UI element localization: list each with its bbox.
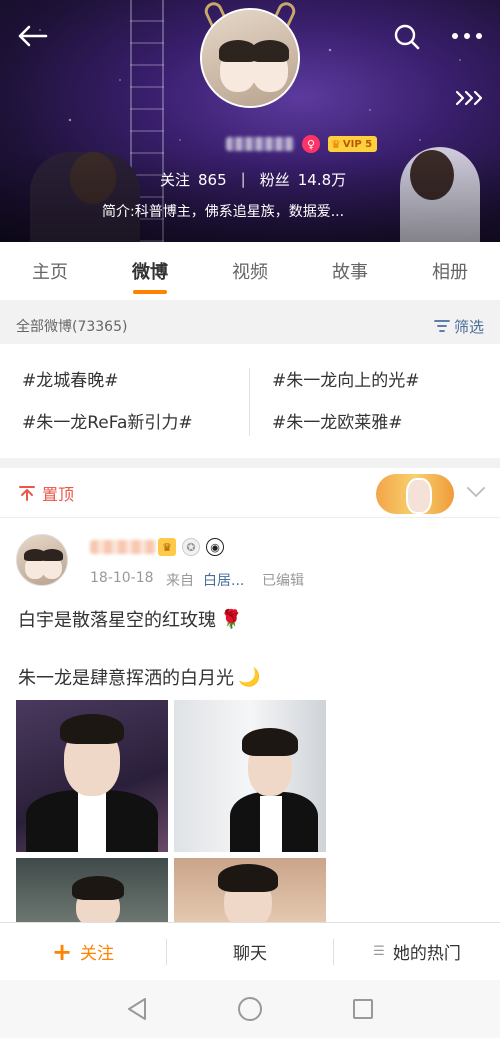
crown-icon: ♛ xyxy=(331,137,341,151)
back-button[interactable] xyxy=(14,20,50,52)
profile-bio[interactable]: 简介:科普博主，佛系追星族，数据爱... xyxy=(102,201,402,221)
photo-hair xyxy=(60,714,124,744)
post-author-avatar[interactable] xyxy=(16,534,68,586)
hot-posts-label: 她的热门 xyxy=(392,944,461,964)
female-gender-icon: ♀ xyxy=(302,135,320,153)
search-icon xyxy=(394,24,420,50)
followers-count: 14.8万 xyxy=(297,170,347,189)
photo-hair xyxy=(218,864,278,892)
topic-divider xyxy=(249,368,250,436)
tab-weibo[interactable]: 微博 xyxy=(100,242,200,300)
nav-recents-button[interactable] xyxy=(348,994,378,1024)
pin-top-icon xyxy=(19,485,35,501)
post-text-line: 朱一龙是肆意挥洒的白月光 🌙 xyxy=(18,664,260,690)
avatar-image xyxy=(200,8,300,108)
post-author-blurred-name[interactable] xyxy=(90,540,156,554)
plus-icon: + xyxy=(51,937,73,966)
followers-stat[interactable]: 粉丝 14.8万 xyxy=(260,169,346,190)
header-shade xyxy=(0,152,500,242)
topic-item[interactable]: #朱一龙ReFa新引力# xyxy=(22,408,193,433)
post-edited-label: 已编辑 xyxy=(262,573,304,589)
circle-home-icon xyxy=(237,997,262,1021)
triple-chevron-right-icon xyxy=(455,90,483,106)
nav-home-button[interactable] xyxy=(235,994,265,1024)
tab-home[interactable]: 主页 xyxy=(0,242,100,300)
pinned-header: 置顶 xyxy=(0,468,500,518)
photo-hair xyxy=(72,876,124,900)
stats-divider: | xyxy=(240,170,246,188)
tab-album[interactable]: 相册 xyxy=(400,242,500,300)
follow-label: 关注 xyxy=(80,944,115,964)
topic-item[interactable]: #龙城春晚# xyxy=(22,366,119,391)
expand-forward-button[interactable] xyxy=(452,86,486,110)
filter-button[interactable]: 筛选 xyxy=(434,316,484,337)
list-icon: ☰ xyxy=(373,944,385,959)
post-card[interactable]: ♛ ✪ ◉ 18-10-18 来自 白居... 已编辑 白宇是散落星空的红玫瑰 … xyxy=(0,518,500,922)
post-text-line: 白宇是散落星空的红玫瑰 🌹 xyxy=(18,606,242,632)
system-navigation-bar xyxy=(0,980,500,1038)
chat-label: 聊天 xyxy=(233,944,267,964)
following-stat[interactable]: 关注 865 xyxy=(160,169,227,190)
tab-video[interactable]: 视频 xyxy=(200,242,300,300)
rose-emoji-icon: 🌹 xyxy=(220,608,243,630)
filter-icon xyxy=(434,320,450,332)
collapse-button[interactable] xyxy=(464,480,488,504)
more-options-button[interactable] xyxy=(446,20,488,52)
profile-name-row: ♀ ♛ VIP 5 xyxy=(226,134,378,154)
nav-back-button[interactable] xyxy=(122,994,152,1024)
vip-badge[interactable]: ♛ VIP 5 xyxy=(328,136,378,152)
chat-button[interactable]: 聊天 xyxy=(167,939,333,964)
vip-level: VIP 5 xyxy=(342,138,373,150)
back-arrow-icon xyxy=(18,25,48,47)
profile-tabs: 主页 微博 视频 故事 相册 xyxy=(0,242,500,300)
filter-bar: 全部微博(73365) 筛选 xyxy=(0,308,500,344)
chevron-down-icon xyxy=(467,487,485,497)
hot-posts-button[interactable]: ☰ 她的热门 xyxy=(334,939,500,964)
topic-item[interactable]: #朱一龙欧莱雅# xyxy=(272,408,403,433)
avatar-photo-hair xyxy=(251,40,289,62)
avatar-photo-hair xyxy=(41,549,63,561)
moon-emoji-icon: 🌙 xyxy=(238,666,261,688)
panda-badge-icon: ◉ xyxy=(206,538,224,556)
square-recents-icon xyxy=(353,999,374,1019)
pinned-label: 置顶 xyxy=(42,484,75,504)
filter-label: 筛选 xyxy=(453,317,484,336)
post-photo[interactable] xyxy=(16,700,168,852)
following-count: 865 xyxy=(198,170,227,189)
photo-shirt xyxy=(78,792,106,852)
pinned-sticker-decoration xyxy=(376,474,454,514)
all-posts-count: 全部微博(73365) xyxy=(16,319,128,335)
vip-small-badge-icon: ♛ xyxy=(158,538,176,556)
post-source-link[interactable]: 白居... xyxy=(203,570,244,590)
following-label: 关注 xyxy=(160,170,191,189)
photo-hair xyxy=(242,728,298,756)
tab-story[interactable]: 故事 xyxy=(300,242,400,300)
follow-button[interactable]: + 关注 xyxy=(0,938,166,966)
triangle-back-icon xyxy=(127,998,146,1020)
profile-header: ♀ ♛ VIP 5 关注 865 | 粉丝 14.8万 简介:科普博主，佛系追星族，… xyxy=(0,0,500,242)
search-button[interactable] xyxy=(390,20,424,54)
post-photo[interactable] xyxy=(16,858,168,922)
topic-item[interactable]: #朱一龙向上的光# xyxy=(272,366,420,391)
post-text: 朱一龙是肆意挥洒的白月光 xyxy=(18,668,234,689)
blurred-username xyxy=(226,137,294,151)
followers-label: 粉丝 xyxy=(259,170,290,189)
post-source-prefix: 来自 xyxy=(166,573,194,589)
post-photo[interactable] xyxy=(174,700,326,852)
medal-badge-icon: ✪ xyxy=(182,538,200,556)
bottom-action-bar: + 关注 聊天 ☰ 她的热门 xyxy=(0,922,500,980)
more-dots-icon xyxy=(452,33,482,39)
profile-avatar[interactable] xyxy=(200,0,300,108)
post-photo[interactable] xyxy=(174,858,326,922)
profile-stats: 关注 865 | 粉丝 14.8万 xyxy=(160,168,346,190)
photo-shirt xyxy=(260,796,282,852)
post-date: 18-10-18 xyxy=(90,570,154,586)
topic-grid: #龙城春晚# #朱一龙向上的光# #朱一龙ReFa新引力# #朱一龙欧莱雅# xyxy=(0,344,500,458)
post-text: 白宇是散落星空的红玫瑰 xyxy=(18,610,216,631)
